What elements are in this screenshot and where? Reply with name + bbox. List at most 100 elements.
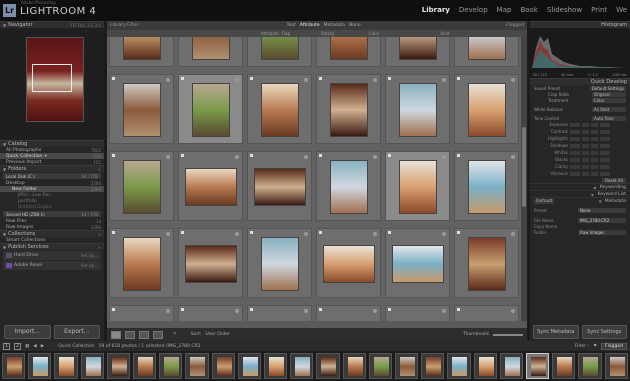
adjust-step-button[interactable]	[582, 164, 589, 169]
adjust-step-button[interactable]	[600, 129, 610, 134]
adjust-step-button[interactable]	[570, 136, 580, 141]
navigator-header[interactable]: ▼ Navigator FIT FILL 1:1 3:1	[0, 21, 104, 28]
badge-icon[interactable]	[442, 155, 446, 159]
grid-cell[interactable]	[385, 37, 450, 67]
adjust-step-button[interactable]	[600, 143, 610, 148]
badge-icon[interactable]	[511, 155, 515, 159]
adjust-step-button[interactable]	[570, 122, 580, 127]
module-map[interactable]: Map	[497, 6, 512, 14]
grid-cell[interactable]	[178, 151, 243, 221]
publish-adobe-revel[interactable]: Adobe Revel Set Up...	[3, 261, 101, 270]
flag-checkbox[interactable]	[457, 77, 460, 80]
filmstrip-thumbnail[interactable]	[447, 353, 471, 379]
grid-cell[interactable]	[109, 228, 174, 298]
badge-icon[interactable]	[442, 78, 446, 82]
flag-checkbox[interactable]	[250, 308, 253, 311]
histogram-header[interactable]: Histogram	[530, 21, 630, 28]
filmstrip-thumbnail[interactable]	[2, 353, 26, 379]
flag-checkbox[interactable]	[319, 231, 322, 234]
photo-thumbnail[interactable]	[399, 83, 437, 137]
grid-cell[interactable]	[178, 74, 243, 144]
grid-cell[interactable]	[247, 37, 312, 67]
adjust-step-button[interactable]	[600, 157, 610, 162]
photo-thumbnail[interactable]	[254, 168, 306, 206]
publish-hard-drive[interactable]: Hard Drive Set Up...	[3, 251, 101, 260]
badge-icon[interactable]	[235, 309, 239, 313]
filmstrip-thumbnail[interactable]	[604, 353, 628, 379]
photo-thumbnail[interactable]	[261, 37, 299, 60]
grid-cell[interactable]	[109, 74, 174, 144]
grid-cell[interactable]	[385, 228, 450, 298]
grid-cell[interactable]	[247, 74, 312, 144]
filmstrip-source[interactable]: Quick Collection	[58, 344, 94, 349]
grid-cell[interactable]	[247, 151, 312, 221]
grid-cell[interactable]	[316, 37, 381, 67]
filter-tab-text[interactable]: Text	[287, 23, 296, 28]
forward-arrow-icon[interactable]: ▶	[41, 344, 44, 349]
filmstrip-thumbnail[interactable]	[80, 353, 104, 379]
flag-checkbox[interactable]	[388, 231, 391, 234]
flag-checkbox[interactable]	[388, 77, 391, 80]
photo-thumbnail[interactable]	[330, 160, 368, 214]
photo-thumbnail[interactable]	[123, 83, 161, 137]
adjust-step-button[interactable]	[570, 129, 580, 134]
auto-tone-button[interactable]: Auto Tone	[592, 115, 626, 121]
grid-cell[interactable]	[385, 74, 450, 144]
navigator-viewbox[interactable]	[32, 64, 72, 92]
rating-filter[interactable]: Rating	[321, 31, 334, 36]
adjust-step-button[interactable]	[591, 164, 598, 169]
adjust-step-button[interactable]	[582, 171, 589, 176]
treatment-select[interactable]: Color	[592, 97, 626, 103]
badge-icon[interactable]	[442, 309, 446, 313]
photo-thumbnail[interactable]	[330, 37, 368, 60]
add-folder-button[interactable]: +	[98, 167, 101, 172]
histogram[interactable]: ISO 125 50 mm f / 3.2 1/60 sec	[530, 28, 630, 78]
flag-checkbox[interactable]	[388, 308, 391, 311]
flag-checkbox[interactable]	[112, 154, 115, 157]
sync-metadata-button[interactable]: Sync Metadata	[533, 325, 579, 339]
flag-checkbox[interactable]	[112, 77, 115, 80]
flag-checkbox[interactable]	[181, 77, 184, 80]
volume-second[interactable]: Second HD (ZRB-1) 14 / 1TB	[3, 211, 101, 217]
filmstrip-thumbnail[interactable]	[264, 353, 288, 379]
filmstrip-thumbnail[interactable]	[552, 353, 576, 379]
survey-view-button[interactable]	[153, 330, 163, 339]
navigator-preview[interactable]	[0, 28, 104, 140]
photo-thumbnail[interactable]	[185, 245, 237, 283]
flag-checkbox[interactable]	[112, 308, 115, 311]
module-book[interactable]: Book	[520, 6, 537, 14]
adjust-step-button[interactable]	[582, 122, 589, 127]
photo-thumbnail[interactable]	[192, 37, 230, 60]
grid-scrollbar[interactable]	[521, 37, 527, 321]
photo-thumbnail[interactable]	[399, 37, 437, 60]
filmstrip-thumbnail[interactable]	[578, 353, 602, 379]
adjust-step-button[interactable]	[600, 150, 610, 155]
adjust-step-button[interactable]	[600, 136, 610, 141]
adjust-step-button[interactable]	[591, 157, 598, 162]
flag-checkbox[interactable]	[457, 231, 460, 234]
grid-view-button[interactable]	[111, 330, 121, 339]
grid-cell[interactable]	[247, 305, 312, 321]
grid-cell[interactable]	[109, 305, 174, 321]
filmstrip-thumbnail[interactable]	[159, 353, 183, 379]
keyword-list-header[interactable]: ◀ Keyword List	[530, 190, 630, 197]
filmstrip-thumbnail[interactable]	[211, 353, 235, 379]
filter-tab-none[interactable]: None	[349, 23, 361, 28]
filmstrip-thumbnail[interactable]	[54, 353, 78, 379]
flag-checkbox[interactable]	[181, 231, 184, 234]
adjust-step-button[interactable]	[570, 150, 580, 155]
grid-cell[interactable]	[247, 228, 312, 298]
collections-header[interactable]: ▼ Collections +	[0, 230, 104, 237]
volume-local[interactable]: Local Disk (C:) 94 / 1TB	[3, 173, 101, 179]
filmstrip-thumbnail[interactable]	[316, 353, 340, 379]
grid-cell[interactable]	[109, 151, 174, 221]
back-arrow-icon[interactable]: ◀	[33, 344, 36, 349]
crop-ratio-select[interactable]: Original	[592, 91, 626, 97]
grid-cell[interactable]	[454, 305, 519, 321]
badge-icon[interactable]	[373, 232, 377, 236]
badge-icon[interactable]	[304, 78, 308, 82]
photo-thumbnail[interactable]	[123, 160, 161, 214]
metadata-preset-select[interactable]: Default	[534, 198, 555, 204]
grid-cell[interactable]	[454, 74, 519, 144]
import-button[interactable]: Import...	[4, 325, 51, 339]
